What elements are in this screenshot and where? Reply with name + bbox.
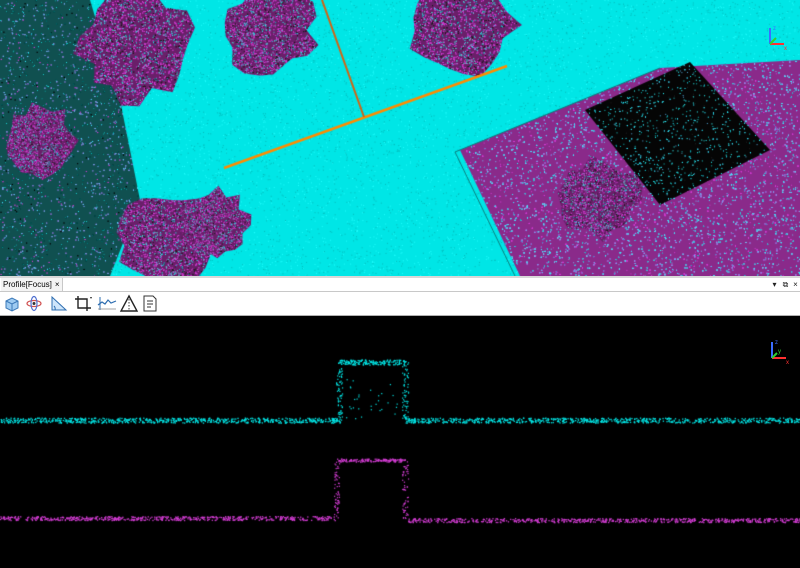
- profile-height-button[interactable]: [97, 294, 117, 313]
- cube-view-button[interactable]: [2, 294, 22, 313]
- point-cloud-top-view[interactable]: z x: [0, 0, 800, 276]
- tab-profile[interactable]: Profile[Focus] ×: [1, 278, 63, 291]
- triangle-measure-button[interactable]: [119, 294, 139, 313]
- profile-toolbar: [0, 292, 800, 316]
- point-cloud-canvas[interactable]: [0, 0, 800, 276]
- report-icon: [143, 295, 157, 312]
- profile-canvas[interactable]: [0, 316, 800, 568]
- orbit-icon: [26, 295, 42, 312]
- tab-close-icon[interactable]: ×: [55, 278, 60, 291]
- profile-section-view[interactable]: z x y: [0, 316, 800, 568]
- crop-icon: [75, 296, 92, 311]
- cube-view-icon: [5, 297, 19, 312]
- report-button[interactable]: [140, 294, 160, 313]
- profile-axis-gizmo-icon: z x y: [771, 340, 789, 366]
- crop-button[interactable]: [73, 294, 93, 313]
- svg-text:z: z: [773, 26, 776, 32]
- svg-text:y: y: [778, 349, 781, 355]
- svg-text:z: z: [775, 340, 778, 346]
- triangle-measure-icon: [119, 294, 139, 312]
- svg-text:x: x: [786, 360, 789, 366]
- measure-slope-button[interactable]: [49, 294, 69, 313]
- panel-close-icon[interactable]: ×: [790, 278, 800, 291]
- orbit-button[interactable]: [24, 294, 44, 313]
- panel-menu-icon[interactable]: ▾: [769, 278, 780, 291]
- axis-gizmo-icon: z x: [769, 26, 787, 52]
- svg-text:x: x: [784, 46, 787, 52]
- measure-slope-icon: [51, 295, 68, 311]
- tab-profile-label: Profile[Focus]: [3, 280, 52, 289]
- profile-height-icon: [97, 297, 117, 310]
- panel-header: Profile[Focus] × ▾ ⧉ ×: [0, 278, 800, 292]
